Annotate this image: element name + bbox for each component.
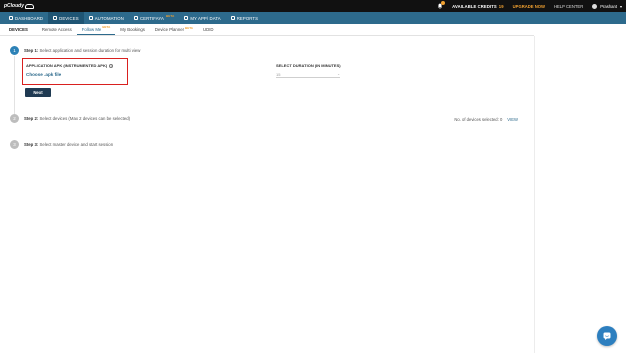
folder-icon (184, 16, 189, 20)
home-icon (9, 16, 13, 20)
tab-label: Device Planner (154, 27, 185, 32)
avatar-icon (592, 3, 598, 9)
nav-reports[interactable]: REPORTS (226, 12, 263, 24)
chat-support-button[interactable] (597, 326, 617, 346)
step-2-description: Select devices (Max 2 devices can be sel… (39, 116, 131, 121)
step-2-text: Step 2: Select devices (Max 2 devices ca… (24, 116, 130, 121)
subnav-title: DEVICES (9, 27, 28, 32)
nav-my-app-data[interactable]: MY APP/ DATA (179, 12, 225, 24)
step-2-number: 2 (10, 114, 19, 123)
nav-certifaya[interactable]: CERTIFAYA BETA (129, 12, 179, 24)
step-2-title: Step 2: (24, 116, 39, 121)
step-1-description: Select application and session duration … (39, 48, 141, 53)
duration-value: 15 (276, 71, 281, 77)
duration-select[interactable]: 15 ⌄ (276, 71, 340, 78)
wrench-icon (88, 16, 93, 20)
step-1-number: 1 (10, 46, 19, 55)
chat-bubble-icon (603, 332, 611, 340)
step-3-number: 3 (10, 140, 19, 149)
right-panel-divider (534, 36, 535, 353)
page: pCloudy AVAILABLE CREDITS 19 UPGRADE NOW … (0, 0, 626, 353)
step-1-title: Step 1: (24, 48, 39, 53)
upgrade-now-link[interactable]: UPGRADE NOW (513, 4, 545, 9)
tab-label: My Bookings (120, 27, 145, 32)
step-3: 3 Step 3: Select master device and start… (10, 140, 113, 149)
cloud-logo-icon (25, 3, 34, 9)
step-1: 1 Step 1: Select application and session… (10, 46, 140, 55)
step-3-description: Select master device and start session (39, 142, 114, 147)
tab-follow-me[interactable]: Follow Me BETA (76, 24, 116, 35)
chevron-down-icon: ▾ (619, 3, 622, 9)
user-menu[interactable]: Prashant ▾ (592, 3, 622, 9)
help-center-link[interactable]: HELP CENTER (554, 4, 583, 9)
beta-badge: BETA (102, 25, 111, 29)
credits-value: 19 (498, 3, 504, 9)
bell-icon[interactable] (437, 1, 446, 9)
nav-dashboard[interactable]: DASHBOARD (4, 12, 48, 24)
devices-subnav: DEVICES Remote Access Follow Me BETA My … (0, 24, 534, 36)
apk-label: APPLICATION APK (INSTRUMENTED APK) i (26, 63, 114, 68)
top-right-area: AVAILABLE CREDITS 19 UPGRADE NOW HELP CEN… (437, 1, 622, 9)
notification-dot (441, 1, 446, 5)
nav-label: REPORTS (236, 15, 259, 21)
chevron-down-icon: ⌄ (337, 72, 340, 76)
tab-udid[interactable]: UDID (198, 24, 219, 35)
step-2: 2 Step 2: Select devices (Max 2 devices … (10, 114, 130, 123)
available-credits: AVAILABLE CREDITS 19 (452, 4, 503, 9)
info-icon[interactable]: i (109, 63, 114, 68)
report-icon (230, 16, 235, 20)
next-button[interactable]: Next (25, 88, 51, 97)
user-name: Prashant (600, 3, 617, 9)
phone-icon (53, 16, 58, 20)
credits-label: AVAILABLE CREDITS (452, 3, 497, 9)
beta-badge: BETA (185, 25, 193, 30)
pcloudy-logo[interactable]: pCloudy (4, 3, 34, 9)
tab-label: Follow Me (81, 26, 102, 32)
view-devices-link[interactable]: VIEW (507, 117, 518, 122)
nav-automation[interactable]: AUTOMATION (84, 12, 129, 24)
apk-label-text: APPLICATION APK (INSTRUMENTED APK) (26, 63, 108, 68)
nav-label: AUTOMATION (94, 15, 124, 21)
tab-label: Remote Access (41, 27, 72, 32)
tab-device-planner[interactable]: Device Planner BETA (150, 24, 198, 35)
step-1-text: Step 1: Select application and session d… (24, 48, 140, 53)
tab-label: UDID (202, 27, 214, 32)
step-connector (14, 56, 15, 114)
devices-selected-label: No. of devices selected: 0 (454, 117, 503, 122)
step-3-title: Step 3: (24, 142, 39, 147)
main-nav: DASHBOARD DEVICES AUTOMATION CERTIFAYA B… (0, 12, 626, 24)
apk-upload-box: APPLICATION APK (INSTRUMENTED APK) i Cho… (22, 58, 128, 85)
nav-label: MY APP/ DATA (190, 15, 221, 21)
choose-apk-file-link[interactable]: Choose .apk file (26, 72, 61, 77)
step-3-text: Step 3: Select master device and start s… (24, 142, 113, 147)
nav-label: CERTIFAYA (139, 15, 165, 21)
top-bar: pCloudy AVAILABLE CREDITS 19 UPGRADE NOW … (0, 0, 626, 12)
nav-label: DEVICES (59, 15, 79, 21)
devices-selected-counter: No. of devices selected: 0 VIEW (454, 117, 518, 122)
nav-label: DASHBOARD (15, 15, 44, 21)
nav-devices[interactable]: DEVICES (48, 12, 84, 24)
beta-badge: BETA (166, 14, 175, 18)
duration-label: SELECT DURATION (IN MINUTES) (276, 63, 341, 68)
tab-remote-access[interactable]: Remote Access (37, 24, 77, 35)
tab-my-bookings[interactable]: My Bookings (115, 24, 150, 35)
logo-text: pCloudy (4, 3, 24, 9)
cloud-icon (133, 16, 138, 20)
